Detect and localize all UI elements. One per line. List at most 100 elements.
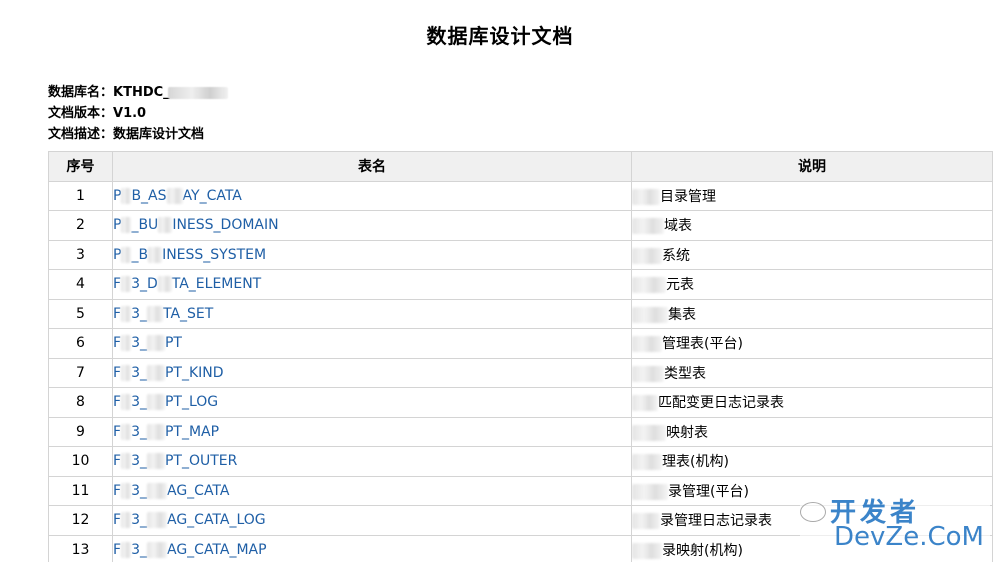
table-name-link[interactable]: F 3_ TA_SET [112, 298, 632, 329]
meta-desc-label: 文档描述： [48, 127, 114, 142]
table-description: 类型表 [631, 357, 993, 388]
table-row: 5 F 3_ TA_SET 集表 [48, 298, 993, 329]
table-name-prefix: F [113, 423, 122, 440]
table-name-link[interactable]: F 3_ PT_KIND [112, 357, 632, 388]
watermark-logo: 开发者 DevZe.CoM [800, 496, 990, 554]
redaction-mark [121, 423, 132, 440]
redaction-mark [121, 246, 132, 263]
meta-version-value: V1.0 [113, 106, 147, 121]
redaction-mark [632, 277, 666, 294]
table-name-link[interactable]: F 3_ PT_LOG [112, 387, 632, 418]
redaction-mark [146, 541, 167, 558]
description-text: 映射表 [666, 424, 708, 441]
table-row: 4 F 3_D TA_ELEMENT 元表 [48, 269, 993, 300]
table-row: 10 F 3_ PT_OUTER 理表(机构) [48, 446, 993, 477]
table-name-link[interactable]: F 3_ AG_CATA_LOG [112, 505, 632, 536]
table-name-middle: 3_ [131, 423, 147, 440]
table-name-middle: 3_D [131, 276, 158, 293]
table-name-prefix: F [113, 453, 122, 470]
table-name-suffix: PT_LOG [164, 394, 219, 411]
table-description: 理表(机构) [631, 446, 993, 477]
redaction-mark [157, 276, 172, 293]
redaction-mark [158, 217, 173, 234]
row-index: 2 [48, 210, 113, 241]
table-name-prefix: F [113, 305, 122, 322]
table-name-suffix: PT_OUTER [164, 453, 238, 470]
table-name-link[interactable]: F 3_ AG_CATA [112, 475, 632, 506]
redaction-mark [146, 305, 163, 322]
table-name-suffix: INESS_DOMAIN [172, 217, 279, 234]
row-index: 5 [48, 298, 113, 329]
table-name-suffix: AG_CATA_MAP [166, 541, 267, 558]
redaction-mark [632, 424, 666, 441]
table-name-suffix: AG_CATA [166, 482, 230, 499]
table-name-middle: 3_ [131, 482, 147, 499]
redaction-mark [632, 336, 662, 353]
table-name-link[interactable]: F 3_ PT [112, 328, 632, 359]
table-row: 9 F 3_ PT_MAP 映射表 [48, 416, 993, 447]
table-row: 6 F 3_ PT 管理表(平台) [48, 328, 993, 359]
table-name-suffix: PT_MAP [164, 423, 220, 440]
table-name-suffix: INESS_SYSTEM [162, 246, 267, 263]
table-name-middle: _B [131, 246, 149, 263]
meta-desc-value: 数据库设计文档 [113, 127, 205, 142]
table-description: 域表 [631, 210, 993, 241]
description-text: 元表 [666, 277, 694, 294]
table-name-link[interactable]: F 3_ PT_MAP [112, 416, 632, 447]
redaction-mark [121, 335, 132, 352]
table-name-suffix: TA_ELEMENT [171, 276, 262, 293]
table-name-link[interactable]: F 3_ PT_OUTER [112, 446, 632, 477]
table-name-suffix: PT [164, 335, 182, 352]
row-index: 9 [48, 416, 113, 447]
table-description: 匹配变更日志记录表 [631, 387, 993, 418]
description-text: 匹配变更日志记录表 [658, 395, 784, 412]
redaction-mark [148, 246, 163, 263]
table-description: 系统 [631, 239, 993, 270]
table-name-middle: 3_ [131, 335, 147, 352]
table-name-prefix: F [113, 335, 122, 352]
redaction-mark [121, 453, 132, 470]
table-name-link[interactable]: F 3_ AG_CATA_MAP [112, 534, 632, 562]
table-row: 8 F 3_ PT_LOG 匹配变更日志记录表 [48, 387, 993, 418]
description-text: 管理表(平台) [662, 336, 743, 353]
row-index: 7 [48, 357, 113, 388]
redaction-mark [632, 306, 668, 323]
description-text: 目录管理 [660, 188, 716, 205]
row-index: 11 [48, 475, 113, 506]
redaction-mark [632, 542, 662, 559]
meta-version: 文档版本：V1.0 [48, 103, 228, 124]
document-page: 数据库设计文档 数据库名：KTHDC_ 文档版本：V1.0 文档描述：数据库设计… [0, 0, 1000, 562]
redaction-mark [632, 188, 660, 205]
watermark-line2: DevZe.CoM [834, 522, 984, 552]
description-text: 录管理日志记录表 [660, 513, 772, 530]
table-name-link[interactable]: P _BU INESS_DOMAIN [112, 210, 632, 241]
redaction-mark [121, 541, 132, 558]
table-name-link[interactable]: P _B INESS_SYSTEM [112, 239, 632, 270]
table-description: 目录管理 [631, 180, 993, 211]
description-text: 录映射(机构) [662, 542, 743, 559]
meta-db-name-value: KTHDC_ [113, 85, 170, 100]
redaction-mark [146, 512, 167, 529]
table-header-row: 序号 表名 说明 [48, 151, 993, 182]
table-row: 7 F 3_ PT_KIND 类型表 [48, 357, 993, 388]
meta-version-label: 文档版本： [48, 106, 114, 121]
table-name-middle: B_AS [131, 187, 167, 204]
meta-db-name: 数据库名：KTHDC_ [48, 82, 228, 103]
table-name-link[interactable]: F 3_D TA_ELEMENT [112, 269, 632, 300]
header-description: 说明 [631, 151, 993, 182]
table-description: 集表 [631, 298, 993, 329]
table-name-middle: 3_ [131, 541, 147, 558]
table-name-link[interactable]: P B_AS AY_CATA [112, 180, 632, 211]
table-name-suffix: TA_SET [162, 305, 214, 322]
redaction-mark [146, 482, 167, 499]
description-text: 理表(机构) [662, 454, 729, 471]
description-text: 录管理(平台) [668, 483, 749, 500]
table-name-middle: _BU [131, 217, 159, 234]
page-title: 数据库设计文档 [426, 24, 574, 48]
table-description: 元表 [631, 269, 993, 300]
table-name-prefix: F [113, 364, 122, 381]
row-index: 3 [48, 239, 113, 270]
table-name-middle: 3_ [131, 453, 147, 470]
description-text: 集表 [668, 306, 696, 323]
meta-description: 文档描述：数据库设计文档 [48, 124, 228, 145]
